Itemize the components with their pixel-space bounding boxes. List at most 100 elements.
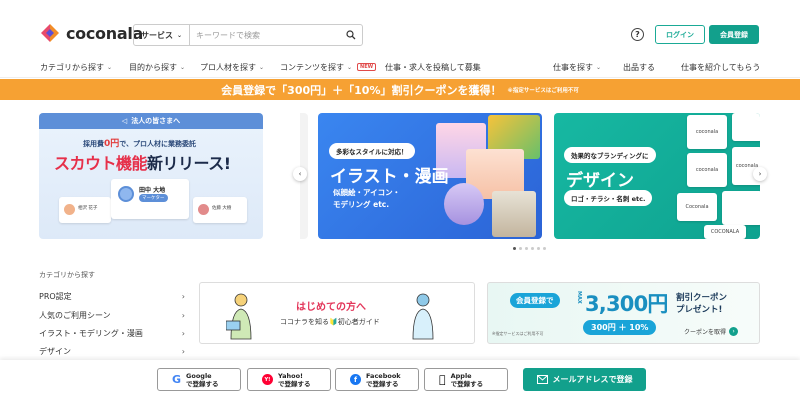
sub-prefix: 採用費 [83,140,104,148]
desc-line: 似顔絵・アイコン・ [333,188,401,197]
signup-button[interactable]: 会員登録 [709,25,759,44]
category-item-illustration[interactable]: イラスト・モデリング・漫画 › [39,324,185,343]
search-category-select[interactable]: サービス ⌄ [134,25,190,45]
chevron-down-icon: ⌄ [259,63,265,71]
nav-label: 目的から探す [129,62,177,72]
nav-sell[interactable]: 出品する [623,60,655,74]
google-signup-label: Google で登録する [186,372,219,388]
facebook-icon: f [350,374,361,385]
slide-description: ロゴ・チラシ・名刺 etc. [564,190,653,206]
chevron-right-icon: › [181,292,185,301]
slide-subtitle: 採用費0円で、プロ人材に業務委託 [83,136,196,149]
sub-suffix: で、プロ人材に業務委託 [119,140,196,148]
provider-name: Yahoo! [278,371,304,380]
promo-banner[interactable]: 会員登録で「300円」＋「10%」割引クーポンを獲得！ ※指定サービスはご利用不… [0,79,800,100]
design-tile [732,113,760,141]
nav-purpose[interactable]: 目的から探す ⌄ [129,60,185,74]
search-input[interactable]: キーワードで検索 [190,30,340,41]
profile-name: 相沢 花子 [78,206,98,211]
apple-signup-button[interactable]:  Appleで登録する [424,368,508,391]
google-icon: G [172,373,182,386]
category-item-design[interactable]: デザイン › [39,342,185,361]
category-label: デザイン [39,347,71,356]
facebook-signup-button[interactable]: f Facebook で登録する [335,368,419,391]
coupon-max: MAX [576,291,582,304]
profile-card: 佐藤 大樹 [193,197,247,223]
apple-icon:  [439,373,446,386]
carousel-dot[interactable] [531,247,534,250]
slide-title: イラスト・漫画 [330,167,449,187]
category-item-pro[interactable]: PRO認定 › [39,287,185,306]
email-signup-label: メールアドレスで登録 [552,375,633,384]
avatar [198,204,209,215]
coupon-cta[interactable]: クーポンを取得 › [684,327,739,336]
logo[interactable]: coconala [40,23,143,43]
provider-action: で登録する [278,379,311,388]
carousel-dot[interactable] [525,247,528,250]
coupon-cta-label: クーポンを取得 [684,329,727,336]
profile-card: 相沢 花子 [59,197,111,223]
carousel-dot[interactable] [513,247,516,250]
nav-categories[interactable]: カテゴリから探す ⌄ [40,60,112,74]
search-icon [346,30,356,40]
yahoo-signup-button[interactable]: Y! Yahoo! で登録する [247,368,331,391]
design-tile: coconala [687,115,727,149]
promo-note: ※指定サービスはご利用不可 [507,87,579,94]
login-button[interactable]: ログイン [655,25,705,44]
help-icon[interactable]: ? [631,28,644,41]
chevron-right-icon: › [181,329,185,338]
search-bar: サービス ⌄ キーワードで検索 [133,24,363,46]
design-tile [722,191,760,225]
carousel-dots [513,247,546,250]
category-item-popular[interactable]: 人気のご利用シーン › [39,306,185,325]
nav-post-job[interactable]: 仕事・求人を投稿して募集 [385,60,481,74]
profile-name: 佐藤 大樹 [212,206,232,211]
search-button[interactable] [340,25,362,45]
carousel-next-button[interactable]: › [753,167,767,181]
nav-find-jobs[interactable]: 仕事を探す ⌄ [553,60,601,74]
illustration-thumbnail [444,183,484,225]
chevron-down-icon: ⌄ [107,63,113,71]
carousel-dot[interactable] [519,247,522,250]
nav-contents[interactable]: コンテンツを探す ⌄ NEW [280,60,377,74]
slide-header: ◁ 法人の皆さまへ [39,113,263,129]
coupon-amount: 3,300円 [585,292,668,316]
carousel-dot[interactable] [543,247,546,250]
nav-label: コンテンツを探す [280,62,344,72]
mail-icon [536,375,548,384]
avatar [118,186,134,202]
megaphone-icon: ◁ [121,117,128,125]
google-signup-button[interactable]: G Google で登録する [157,368,241,391]
search-category-label: サービス [140,30,173,40]
chevron-down-icon: ⌄ [180,63,186,71]
coupon-caption: 割引クーポン プレゼント! [676,292,727,316]
coconala-logo-icon [40,23,60,43]
person-illustration-icon [408,291,438,341]
provider-name: Facebook [366,371,401,380]
chevron-right-icon: › [181,347,185,356]
nav-referral[interactable]: 仕事を紹介してもらう [681,60,760,74]
nav-pro[interactable]: プロ人材を探す ⌄ [200,60,264,74]
category-label: イラスト・モデリング・漫画 [39,329,143,338]
coupon-note: ※指定サービスはご利用不可 [492,331,544,336]
design-tile: Coconala [677,193,717,221]
facebook-signup-label: Facebook で登録する [366,372,401,388]
sub-red: 0円 [104,139,120,149]
chevron-down-icon: ⌄ [596,63,602,71]
provider-name: Google [186,371,212,380]
carousel-slide-scout[interactable]: ◁ 法人の皆さまへ 採用費0円で、プロ人材に業務委託 スカウト機能新リリース! … [39,113,263,239]
carousel-dot[interactable] [537,247,540,250]
title-black: 新リリース! [147,154,231,173]
coupon-line: プレゼント! [676,305,723,315]
profile-card-featured: 田中 大地 マーケター [111,179,189,219]
category-label: PRO認定 [39,292,72,301]
logo-text: coconala [66,23,144,43]
slide-title: デザイン [566,171,634,191]
new-badge: NEW [357,63,377,71]
avatar [64,204,75,215]
email-signup-button[interactable]: メールアドレスで登録 [523,368,646,391]
apple-signup-label: Apple で登録する [451,372,484,388]
carousel-prev-button[interactable]: ‹ [293,167,307,181]
beginner-guide-banner[interactable] [199,282,475,344]
coupon-banner[interactable]: 会員登録で MAX 3,300円 割引クーポン プレゼント! 300円 ＋ 10… [487,282,760,344]
